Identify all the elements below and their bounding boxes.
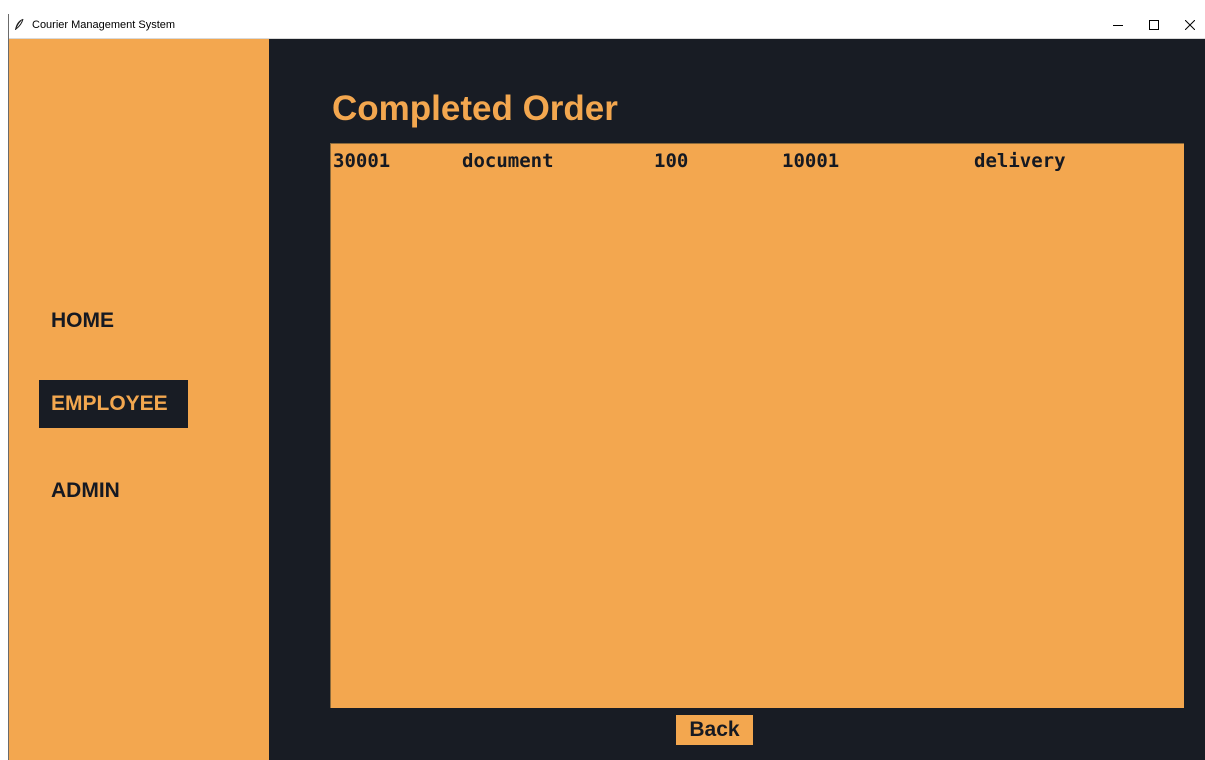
maximize-button[interactable] — [1136, 14, 1172, 38]
order-id: 30001 — [333, 150, 391, 172]
order-amount: 100 — [654, 150, 689, 172]
close-icon — [1184, 17, 1196, 35]
main-panel: Completed Order 30001 document 100 10001… — [269, 39, 1205, 760]
sidebar: HOME EMPLOYEE ADMIN — [9, 39, 269, 760]
sidebar-item-admin[interactable]: ADMIN — [39, 467, 132, 515]
minimize-button[interactable] — [1100, 14, 1136, 38]
page-title: Completed Order — [332, 89, 618, 128]
order-employee-id: 10001 — [782, 150, 840, 172]
window-title: Courier Management System — [32, 19, 176, 31]
maximize-icon — [1149, 17, 1159, 35]
title-bar[interactable]: Courier Management System — [9, 14, 1205, 39]
order-status: delivery — [974, 150, 1066, 172]
order-type: document — [462, 150, 554, 172]
list-item[interactable]: 30001 document 100 10001 delivery — [331, 150, 1184, 172]
sidebar-item-employee[interactable]: EMPLOYEE — [39, 380, 188, 428]
back-button[interactable]: Back — [676, 715, 753, 745]
feather-icon — [13, 18, 25, 32]
minimize-icon — [1113, 17, 1123, 35]
sidebar-item-home[interactable]: HOME — [39, 297, 126, 345]
completed-orders-list[interactable]: 30001 document 100 10001 delivery — [330, 143, 1184, 708]
close-button[interactable] — [1172, 14, 1205, 38]
app-window: Courier Management System HOME EMPLOYEE … — [8, 14, 1205, 760]
